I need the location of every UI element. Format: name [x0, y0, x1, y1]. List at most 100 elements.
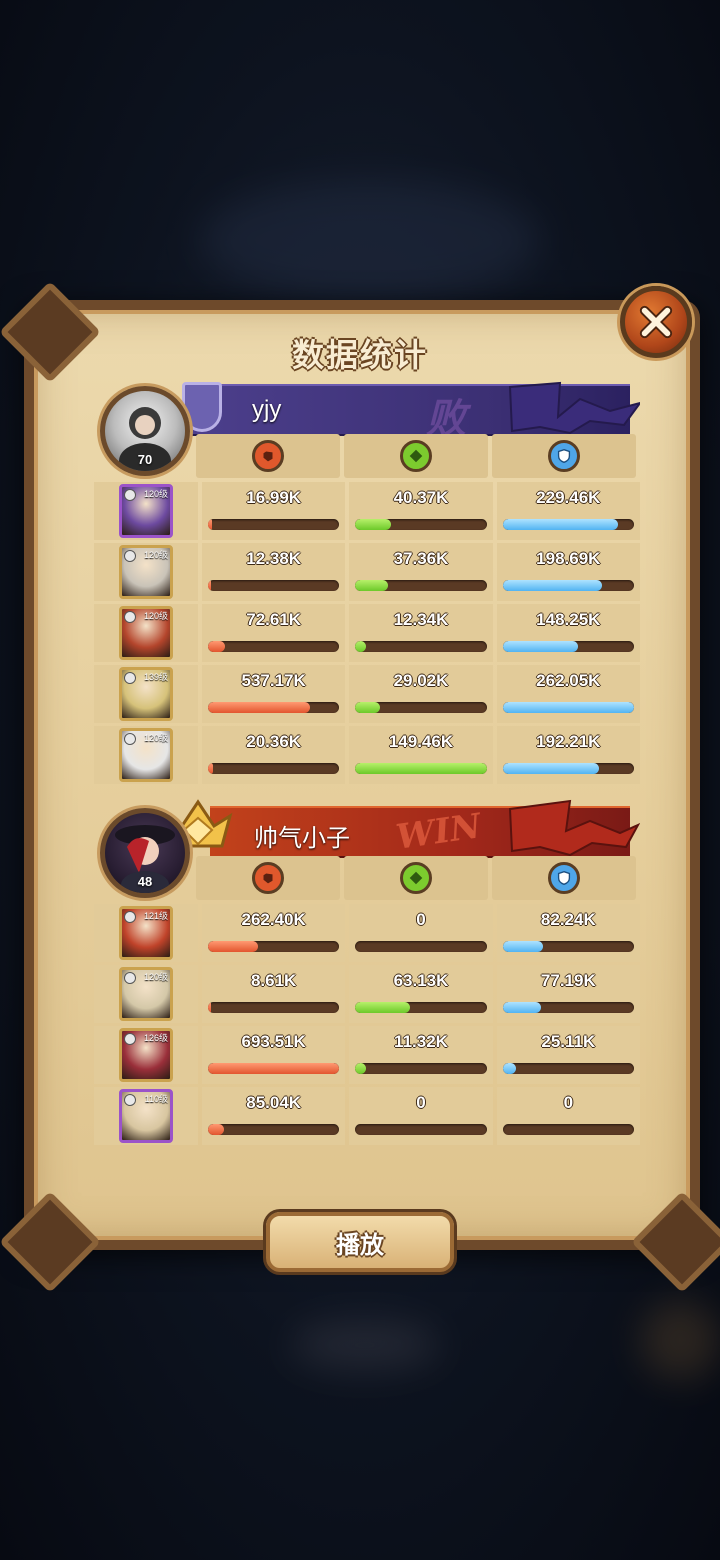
hero-level: 110级	[144, 1094, 168, 1104]
team2-stat-header	[196, 856, 636, 900]
damage-bar-fill	[208, 941, 258, 952]
heal-bar-fill	[355, 580, 389, 591]
tank-value: 0	[563, 1093, 574, 1112]
damage-stat-cell: 72.61K	[202, 604, 346, 662]
damage-bar-fill	[208, 580, 211, 591]
damage-value: 20.36K	[246, 732, 302, 751]
tank-bar-fill	[502, 1063, 516, 1074]
hero-portrait[interactable]: 120级	[119, 967, 173, 1021]
heal-value: 149.46K	[388, 732, 454, 751]
damage-stat-cell: 20.36K	[202, 726, 346, 784]
damage-stat-cell: 12.38K	[202, 543, 346, 601]
hero-portrait[interactable]: 139级	[119, 667, 173, 721]
hero-stat-row: 120级 20.36K 149.46K 192.21K	[94, 726, 640, 784]
damage-bar-fill	[208, 1124, 224, 1135]
panel-title: 数据统计	[291, 337, 428, 373]
heal-value: 0	[416, 910, 426, 929]
hero-stat-row: 121级 262.40K 0 82.24K	[94, 904, 640, 962]
heal-value: 0	[416, 1093, 426, 1112]
team2-player-avatar[interactable]: 48	[100, 808, 190, 898]
hero-stat-row: 120级 72.61K 12.34K 148.25K	[94, 604, 640, 662]
hero-level: 120级	[143, 550, 168, 560]
hero-stat-row: 120级 16.99K 40.37K 229.46K	[94, 482, 640, 540]
damage-stat-cell: 85.04K	[202, 1087, 346, 1145]
heal-icon	[400, 440, 432, 472]
damage-bar-fill	[208, 1002, 211, 1013]
faction-icon	[124, 672, 136, 684]
tank-bar	[502, 580, 634, 591]
tank-header	[492, 434, 636, 478]
faction-icon	[124, 611, 136, 623]
tank-stat-cell: 229.46K	[496, 482, 640, 540]
team2-result-stamp: WIN	[393, 806, 484, 858]
heal-value: 11.32K	[394, 1032, 448, 1051]
hero-portrait[interactable]: 120级	[119, 484, 173, 538]
tank-stat-cell: 198.69K	[496, 543, 640, 601]
heal-bar-fill	[355, 1063, 366, 1074]
hero-cell: 139级	[94, 665, 198, 723]
team1-player-avatar[interactable]: 70	[100, 386, 190, 476]
heal-stat-cell: 11.32K	[349, 1026, 493, 1084]
hero-cell: 126级	[94, 1026, 198, 1084]
tank-value: 198.69K	[536, 549, 601, 568]
tank-bar-fill	[502, 519, 619, 530]
damage-value: 537.17K	[241, 671, 306, 690]
team1-stat-header	[196, 434, 636, 478]
tank-value: 148.25K	[536, 610, 601, 629]
hero-cell: 120级	[94, 726, 198, 784]
damage-bar	[208, 941, 340, 952]
tank-stat-cell: 0	[496, 1087, 640, 1145]
hero-cell: 120级	[94, 482, 198, 540]
hero-portrait[interactable]: 110级	[119, 1089, 173, 1143]
team1-result-banner: yjy 败	[190, 381, 640, 442]
shield-icon	[548, 440, 580, 472]
hero-level: 139级	[143, 672, 168, 682]
damage-fist-icon	[252, 862, 284, 894]
damage-bar	[208, 763, 340, 774]
heal-stat-cell: 0	[349, 1087, 493, 1145]
heal-stat-cell: 0	[349, 904, 493, 962]
damage-bar-fill	[208, 702, 311, 713]
hero-stat-row: 120级 12.38K 37.36K 198.69K	[94, 543, 640, 601]
tank-value: 77.19K	[540, 971, 596, 990]
heal-bar	[355, 580, 487, 591]
hero-level: 120级	[143, 489, 168, 499]
hero-cell: 120级	[94, 604, 198, 662]
heal-bar-fill	[355, 1002, 411, 1013]
close-button[interactable]	[620, 286, 692, 358]
damage-header	[196, 856, 340, 900]
tank-bar	[502, 1063, 634, 1074]
hero-portrait[interactable]: 120级	[119, 545, 173, 599]
faction-icon	[124, 1033, 136, 1045]
damage-bar	[208, 1063, 340, 1074]
hero-portrait[interactable]: 121级	[119, 906, 173, 960]
hero-cell: 120级	[94, 543, 198, 601]
background-blur-right	[640, 1300, 720, 1380]
damage-bar-fill	[208, 1063, 340, 1074]
tank-bar	[502, 1002, 634, 1013]
tank-value: 262.05K	[536, 671, 601, 690]
damage-header	[196, 434, 340, 478]
tank-bar	[502, 763, 634, 774]
heal-bar-fill	[355, 641, 366, 652]
hero-portrait[interactable]: 120级	[119, 606, 173, 660]
tank-header	[492, 856, 636, 900]
heal-bar	[355, 1002, 487, 1013]
faction-icon	[124, 733, 136, 745]
damage-bar-fill	[208, 641, 226, 652]
damage-stat-cell: 693.51K	[202, 1026, 346, 1084]
damage-value: 8.61K	[250, 971, 297, 990]
hero-portrait[interactable]: 120级	[119, 728, 173, 782]
heal-header	[344, 856, 488, 900]
team2-result-banner: 帅气小子 WIN	[210, 799, 640, 858]
background-blur	[200, 180, 540, 300]
hero-level: 121级	[143, 911, 168, 921]
damage-value: 16.99K	[246, 488, 302, 507]
damage-value: 262.40K	[241, 910, 306, 929]
hero-portrait[interactable]: 126级	[119, 1028, 173, 1082]
heal-stat-cell: 12.34K	[349, 604, 493, 662]
heal-stat-cell: 63.13K	[349, 965, 493, 1023]
damage-stat-cell: 262.40K	[202, 904, 346, 962]
damage-stat-cell: 537.17K	[202, 665, 346, 723]
play-replay-button[interactable]: 播放	[266, 1212, 454, 1272]
